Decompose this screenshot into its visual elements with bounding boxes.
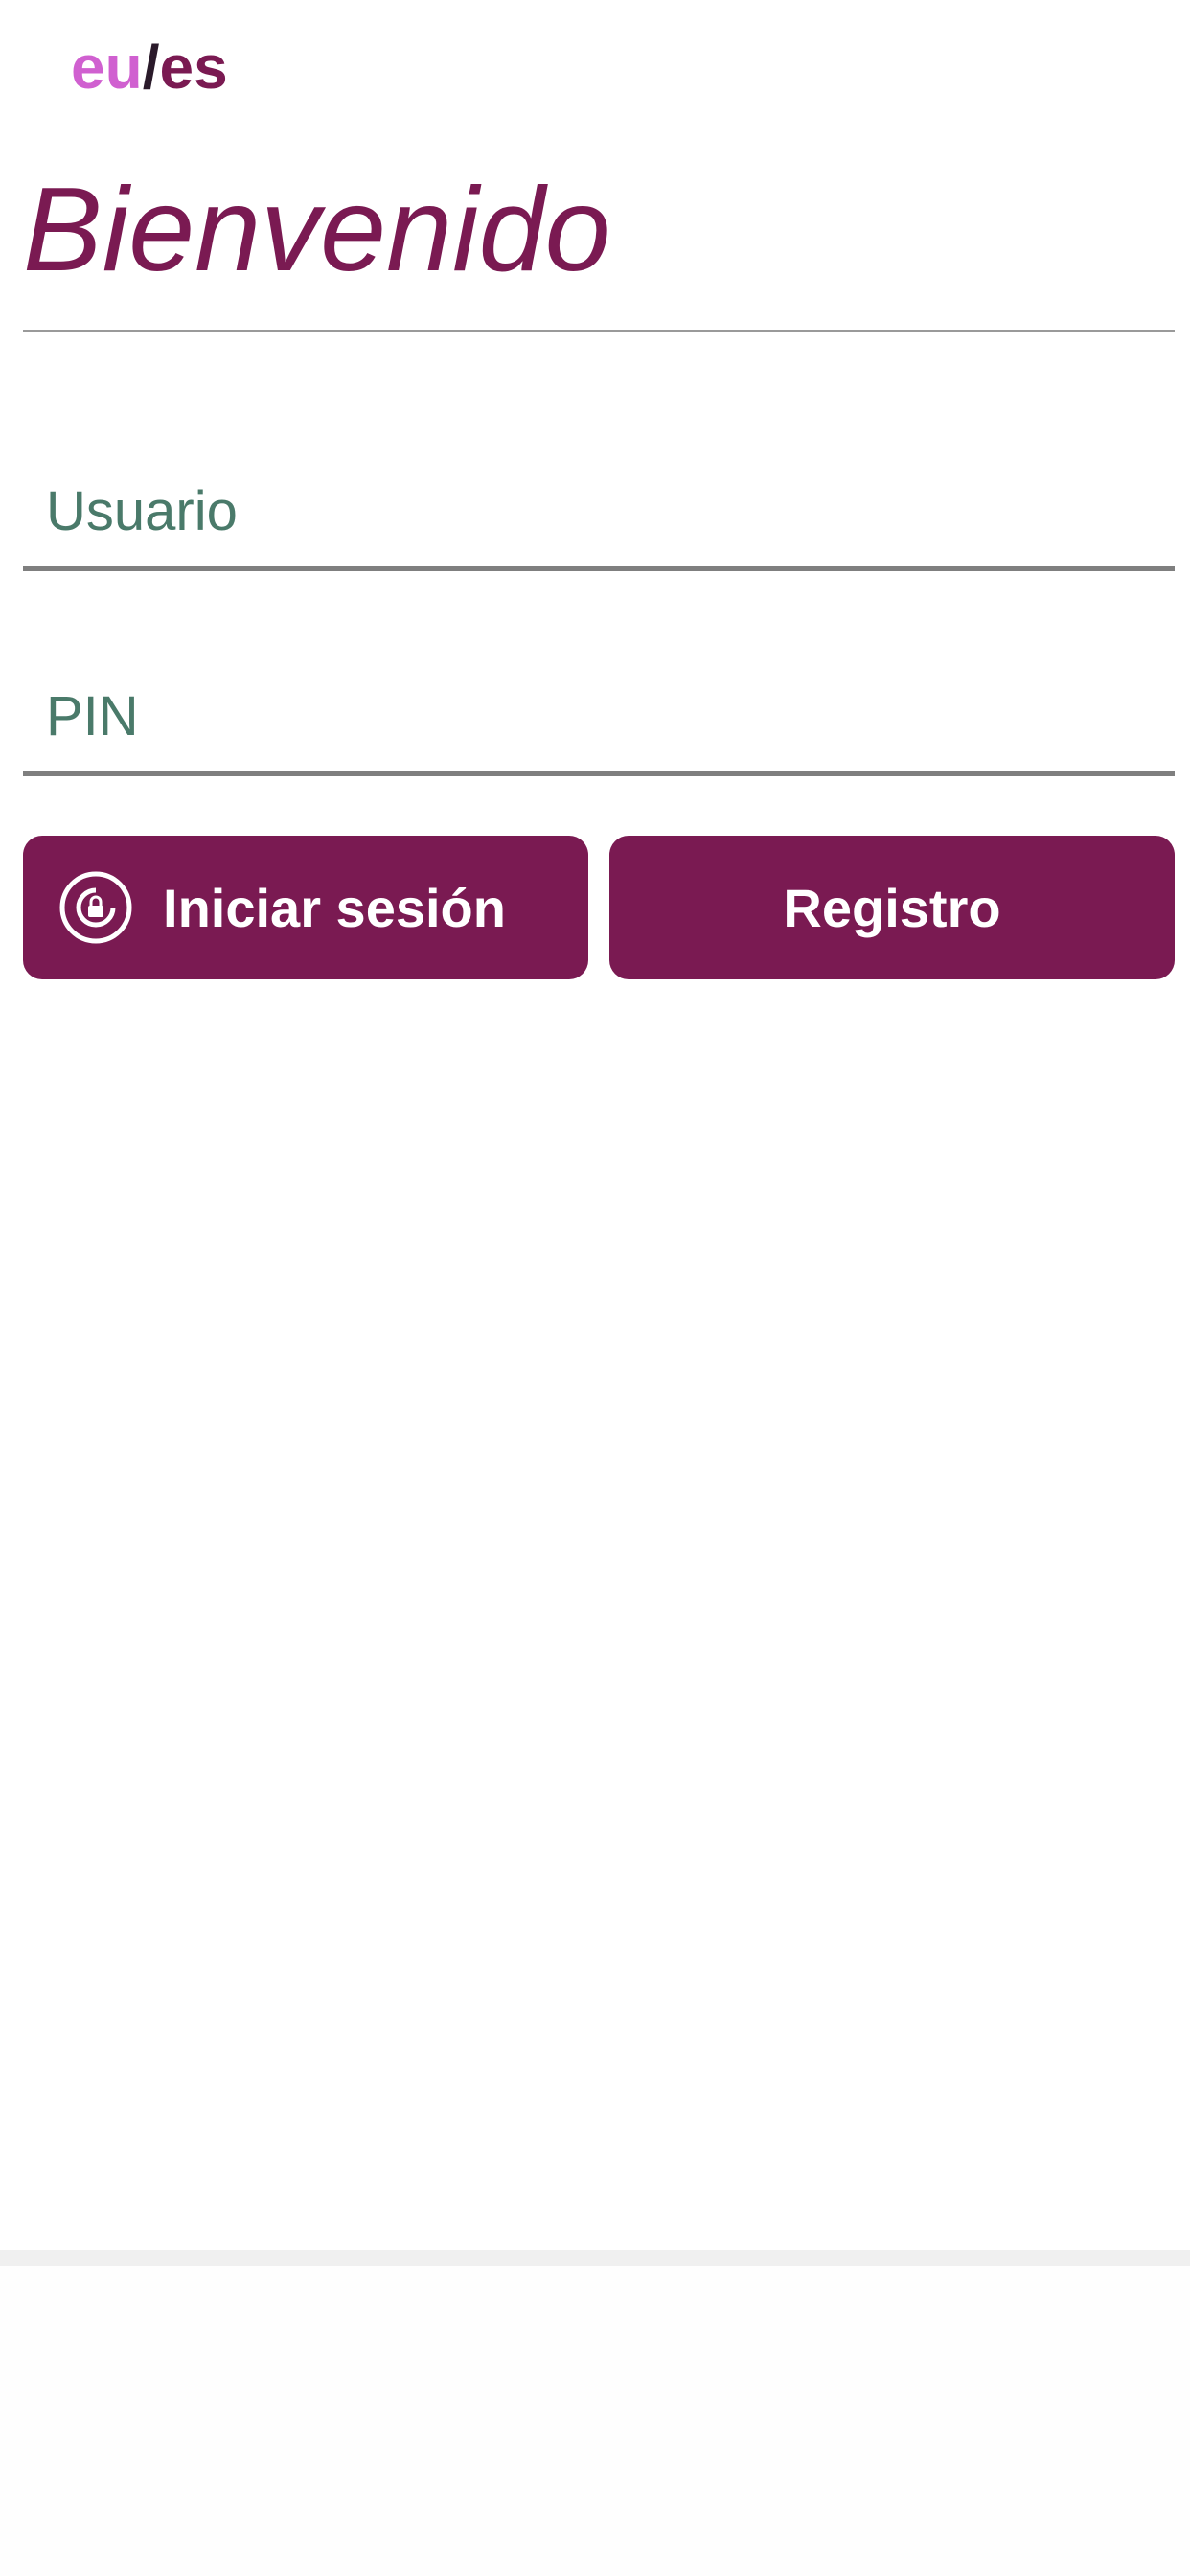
- language-separator: /: [142, 33, 160, 102]
- register-button[interactable]: Registro: [609, 836, 1175, 979]
- page-title: Bienvenido: [23, 164, 611, 296]
- lock-circle-icon: [59, 871, 132, 944]
- login-screen: eu/es Bienvenido Iniciar sesión Registro: [0, 0, 1190, 2576]
- bottom-divider: [0, 2250, 1190, 2266]
- language-eu-link[interactable]: eu: [71, 33, 143, 102]
- username-field: [23, 456, 1175, 571]
- login-button[interactable]: Iniciar sesión: [23, 836, 588, 979]
- language-switch: eu/es: [71, 29, 228, 105]
- register-button-label: Registro: [783, 877, 1001, 938]
- title-divider: [23, 330, 1175, 332]
- bottom-area: [0, 2266, 1190, 2576]
- pin-input[interactable]: [23, 661, 1175, 771]
- pin-field: [23, 661, 1175, 776]
- login-button-label: Iniciar sesión: [163, 877, 506, 938]
- language-es-link[interactable]: es: [159, 33, 227, 102]
- username-input[interactable]: [23, 456, 1175, 566]
